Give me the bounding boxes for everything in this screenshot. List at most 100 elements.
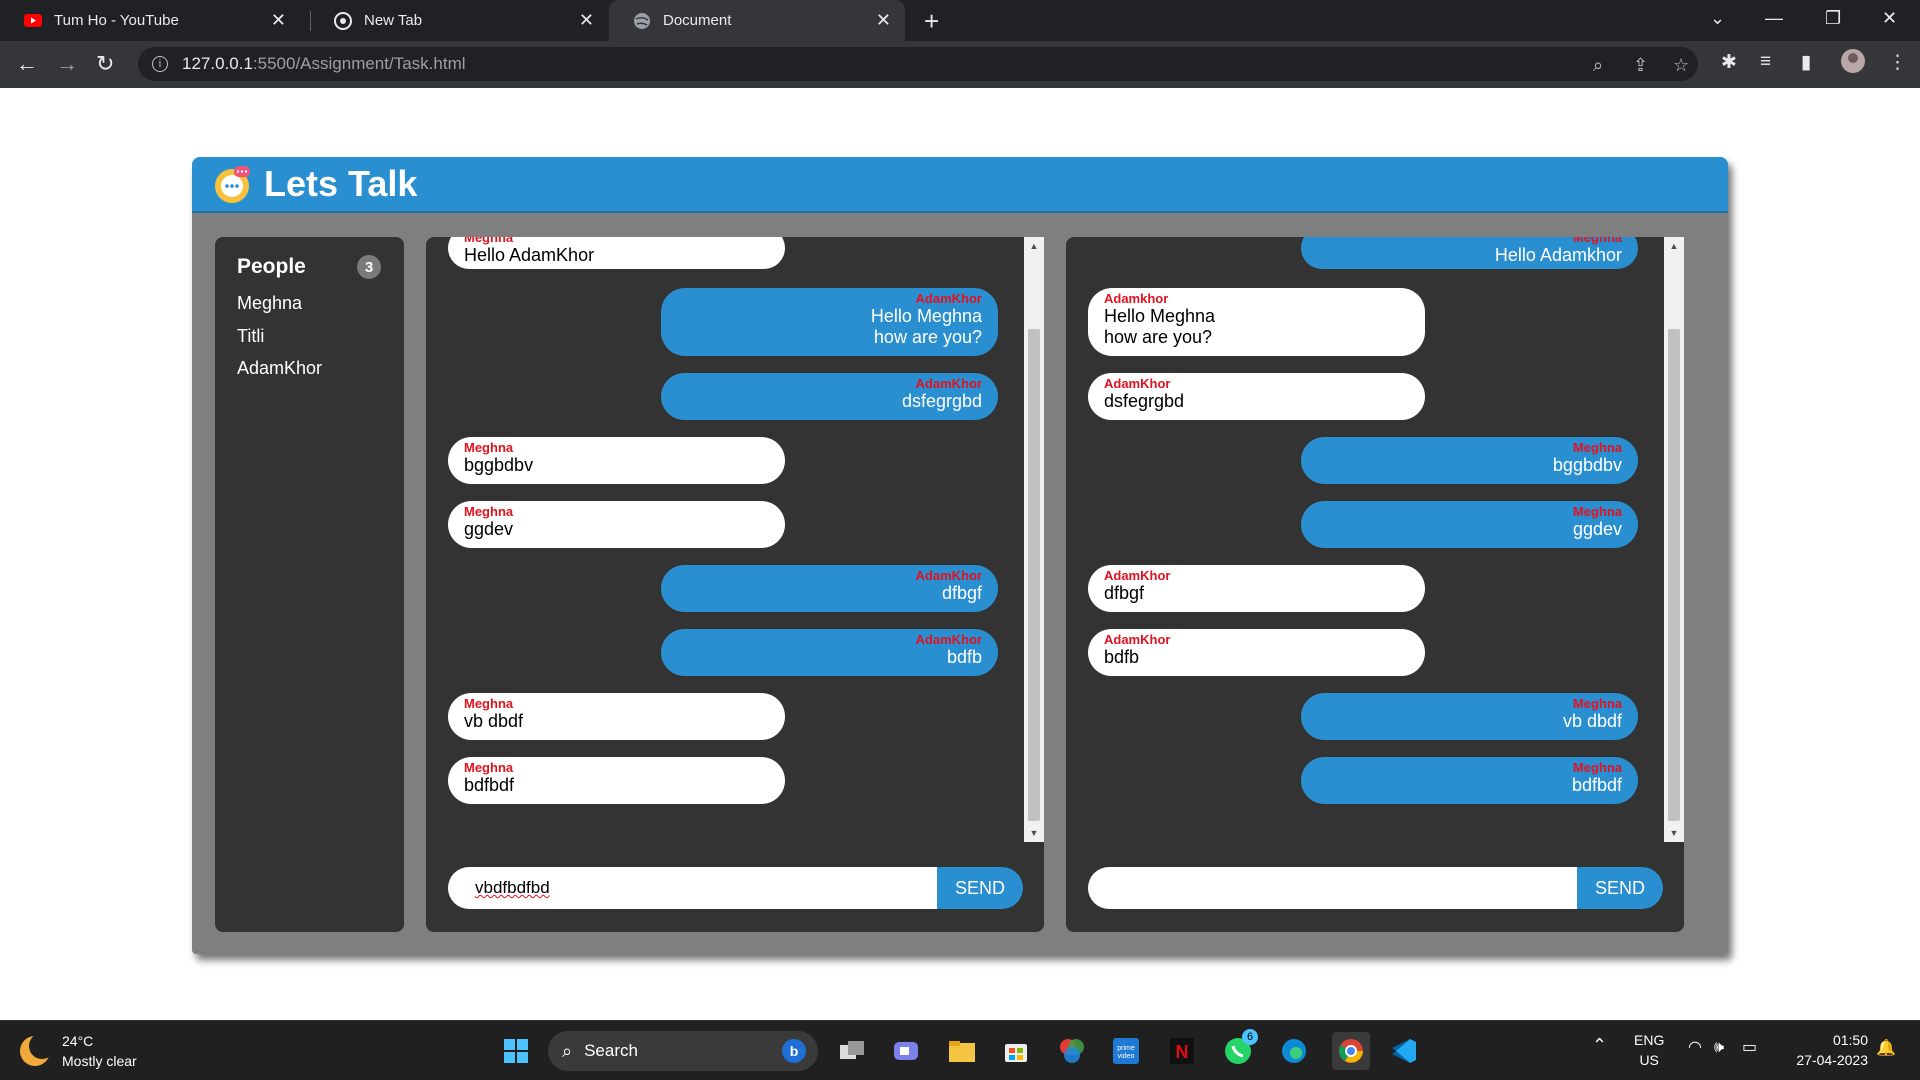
message-received: Meghna Hello AdamKhor [448,237,785,269]
message-text: vb dbdf [464,711,524,731]
message-sender: Adamkhor [1104,291,1169,306]
youtube-icon [24,12,42,30]
back-icon[interactable]: ← [16,51,38,77]
scroll-down-icon[interactable]: ▼ [1024,824,1044,842]
minimize-icon[interactable]: — [1765,8,1783,29]
clock[interactable]: 01:50 27-04-2023 [1786,1030,1868,1070]
edge-icon[interactable] [1278,1035,1310,1067]
message-received: Meghna vb dbdf [448,693,785,740]
chat-window-meghna: Meghna Hello AdamKhor AdamKhor Hello Meg… [426,237,1044,932]
message-text: Hello Meghna how are you? [870,306,982,347]
url-text[interactable]: 127.0.0.1:5500/Assignment/Task.html [182,54,466,74]
address-bar[interactable]: i 127.0.0.1:5500/Assignment/Task.html ⌕ … [138,47,1698,81]
scrollbar-thumb[interactable] [1668,329,1680,821]
language-indicator[interactable]: ENG US [1634,1030,1664,1070]
message-input[interactable]: vbdfbdfbd [448,867,937,909]
zoom-icon[interactable]: ⌕ [1593,55,1603,76]
time: 01:50 [1832,1032,1868,1048]
message-received: Meghna bggbdbv [1301,437,1638,484]
file-explorer-icon[interactable] [946,1035,978,1067]
person-meghna[interactable]: Meghna [237,293,302,314]
search-icon: ⌕ [562,1040,573,1061]
tab-search-chevron-icon[interactable]: ⌄ [1710,8,1725,29]
svg-text:N: N [1176,1042,1189,1062]
message-text: bdfb [1104,647,1140,667]
message-input[interactable] [1088,867,1577,909]
message-sent: AdamKhor dsfegrgbd [1088,373,1425,420]
send-button[interactable]: SEND [937,867,1023,909]
bookmark-star-icon[interactable]: ☆ [1673,55,1689,76]
chrome-menu-icon[interactable]: ⋮ [1888,51,1907,74]
message-list[interactable]: Meghna Hello Adamkhor Adamkhor Hello Meg… [1066,237,1662,842]
message-received: Meghna ggdev [1301,501,1638,548]
scroll-up-icon[interactable]: ▲ [1664,237,1684,255]
message-sender: AdamKhor [915,632,982,647]
app-header: Lets Talk [192,157,1728,213]
message-received: Meghna ggdev [448,501,785,548]
teams-chat-icon[interactable] [890,1035,922,1067]
language: ENG [1634,1032,1665,1048]
scrollbar-thumb[interactable] [1028,329,1040,821]
scroll-down-icon[interactable]: ▼ [1664,824,1684,842]
message-list[interactable]: Meghna Hello AdamKhor AdamKhor Hello Meg… [426,237,1022,842]
show-hidden-icons-chevron-icon[interactable]: ⌃ [1592,1035,1607,1055]
message-text: bdfbdf [1571,775,1622,795]
scroll-up-icon[interactable]: ▲ [1024,237,1044,255]
taskbar-search[interactable]: ⌕ Search b [548,1031,818,1071]
message-received: Meghna bggbdbv [448,437,785,484]
person-titli[interactable]: Titli [237,326,264,347]
search-label: Search [584,1041,638,1060]
battery-icon[interactable]: ▭ [1742,1038,1757,1058]
close-tab-icon[interactable]: ✕ [579,10,594,31]
volume-icon[interactable]: 🕪 [1714,1038,1724,1058]
profile-avatar[interactable] [1840,48,1866,80]
tab-youtube[interactable]: Tum Ho - YouTube ✕ [0,0,300,41]
message-sender: AdamKhor [915,568,982,583]
send-button[interactable]: SEND [1577,867,1663,909]
reload-icon[interactable]: ↻ [96,51,114,77]
windows-start-icon[interactable] [500,1035,532,1067]
chat-app: Lets Talk People 3 Meghna Titli AdamKhor… [192,157,1728,954]
tab-new-tab[interactable]: New Tab ✕ [310,0,608,41]
close-tab-icon[interactable]: ✕ [876,10,891,31]
task-view-icon[interactable] [836,1035,868,1067]
message-scrollbar[interactable]: ▲ ▼ [1664,237,1684,842]
chrome-taskbar-icon[interactable] [1332,1032,1370,1070]
tab-title: New Tab [364,12,423,29]
media-control-icon[interactable]: ≡ [1760,51,1771,73]
notification-bell-icon[interactable]: 🔔 [1876,1039,1896,1059]
share-icon[interactable]: ⇪ [1633,55,1648,76]
message-text: Hello Adamkhor [1494,245,1622,265]
tab-document[interactable]: Document ✕ [609,0,905,41]
message-sender: Meghna [464,237,514,245]
chat-bubble-logo-icon [214,164,254,204]
svg-text:video: video [1118,1053,1135,1060]
side-panel-icon[interactable]: ▮ [1801,51,1811,74]
whatsapp-icon[interactable]: 6 [1222,1029,1258,1067]
forward-icon[interactable]: → [56,51,78,77]
app-title: Lets Talk [264,163,418,204]
color-picker-app-icon[interactable] [1056,1035,1088,1067]
message-scrollbar[interactable]: ▲ ▼ [1024,237,1044,842]
site-info-icon[interactable]: i [152,56,168,72]
restore-icon[interactable]: ❐ [1825,8,1841,29]
message-sender: Meghna [1572,504,1622,519]
close-tab-icon[interactable]: ✕ [271,10,286,31]
bing-icon[interactable]: b [782,1039,806,1063]
extensions-icon[interactable]: ✱ [1721,51,1737,74]
message-received: Meghna Hello Adamkhor [1301,237,1638,269]
message-sender: Meghna [464,760,514,775]
person-adamkhor[interactable]: AdamKhor [237,358,322,379]
microsoft-store-icon[interactable] [1000,1035,1032,1067]
close-window-icon[interactable]: ✕ [1882,8,1897,29]
region: US [1639,1052,1659,1068]
weather-widget[interactable]: 24°C Mostly clear [20,1031,137,1071]
new-tab-icon[interactable]: + [924,6,939,37]
wifi-icon[interactable]: ◠ [1688,1038,1702,1058]
message-sender: Meghna [464,696,514,711]
message-text: dsfegrgbd [1104,391,1185,411]
message-text: ggdev [1572,519,1622,539]
vscode-icon[interactable] [1388,1035,1420,1067]
prime-video-icon[interactable]: prime video [1110,1035,1142,1067]
netflix-icon[interactable]: N [1166,1035,1198,1067]
